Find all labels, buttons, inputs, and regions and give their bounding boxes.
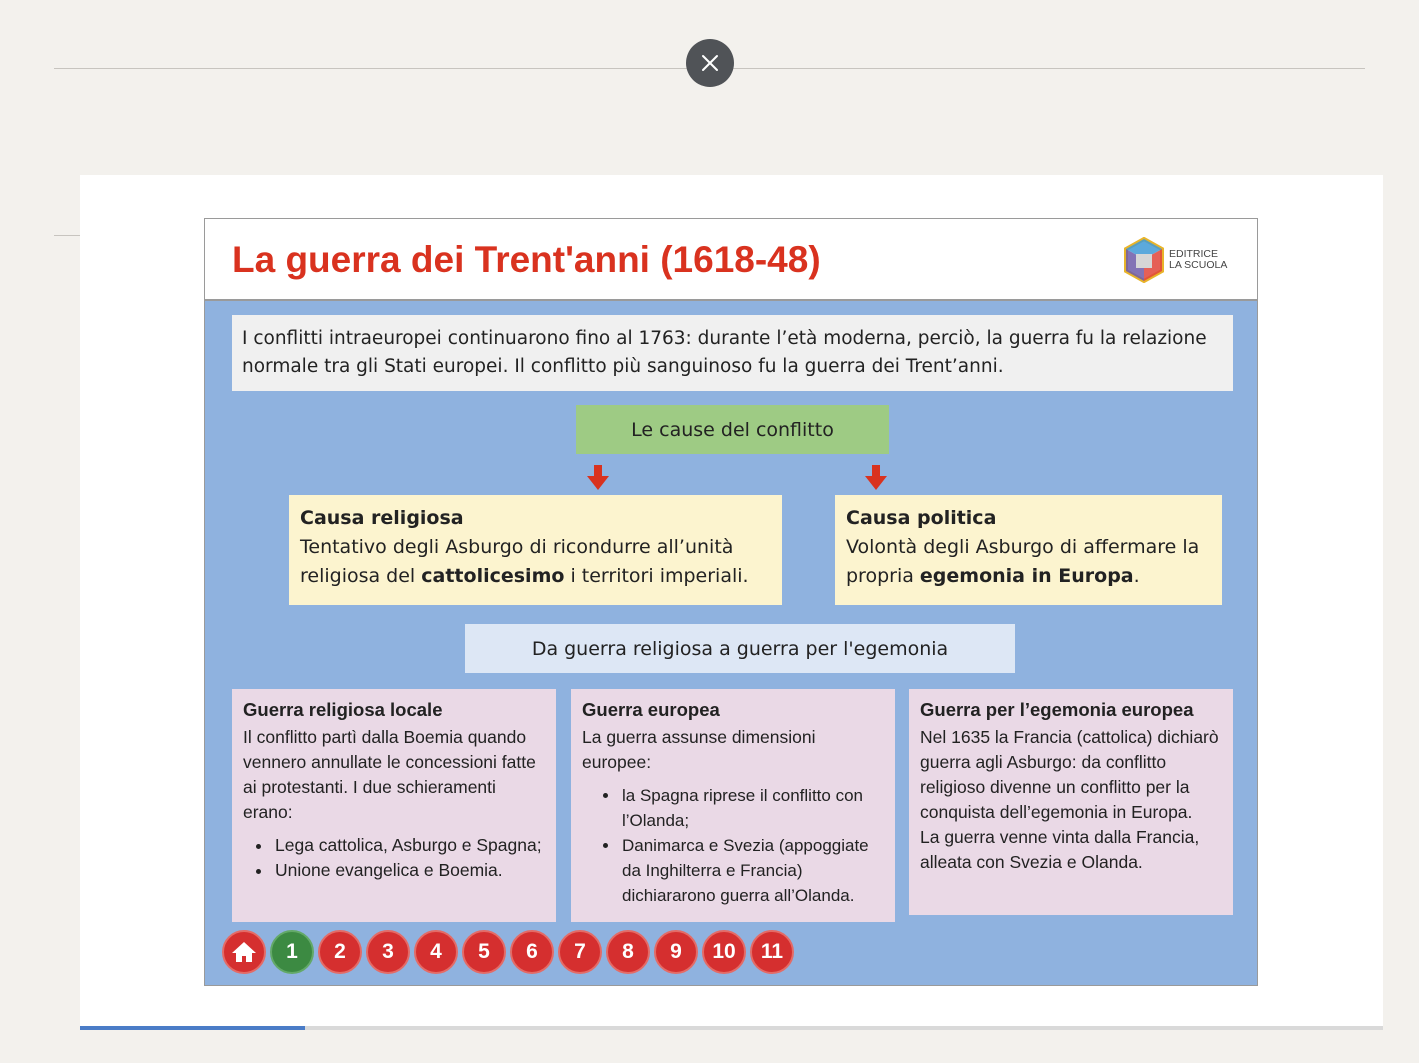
progress-bar <box>80 1026 1383 1030</box>
nav-page-button-1[interactable]: 1 <box>270 930 314 974</box>
phase-hegemony-title: Guerra per l’egemonia europea <box>920 699 1194 720</box>
phase-local-text: Il conflitto partì dalla Boemia quando v… <box>243 727 536 822</box>
slide: La guerra dei Trent'anni (1618-48) EDITR… <box>204 218 1258 986</box>
phase-hegemony-text-2: La guerra venne vinta dalla Francia, all… <box>920 827 1200 872</box>
side-divider <box>54 235 80 236</box>
home-icon <box>232 942 256 962</box>
nav-page-button-7[interactable]: 7 <box>558 930 602 974</box>
phase-local-title: Guerra religiosa locale <box>243 699 443 720</box>
publisher-logo: EDITRICE LA SCUOLA <box>1123 237 1227 283</box>
slide-navigation: 1 2 3 4 5 6 7 8 9 10 11 <box>222 930 798 974</box>
phase-european-list: la Spagna riprese il conflitto con l’Ola… <box>582 783 884 908</box>
list-item: Unione evangelica e Boemia. <box>273 858 545 883</box>
nav-page-button-5[interactable]: 5 <box>462 930 506 974</box>
cause-religious-text: Tentativo degli Asburgo di ricondurre al… <box>300 536 749 587</box>
causes-title: Le cause del conflitto <box>576 405 889 454</box>
phase-hegemony-text-1: Nel 1635 la Francia (cattolica) dichiarò… <box>920 727 1219 822</box>
nav-page-button-11[interactable]: 11 <box>750 930 794 974</box>
progress-fill <box>80 1026 306 1030</box>
nav-page-button-8[interactable]: 8 <box>606 930 650 974</box>
cause-political-title: Causa politica <box>846 507 997 529</box>
transition-box: Da guerra religiosa a guerra per l'egemo… <box>465 624 1015 673</box>
arrow-down-icon <box>587 465 609 490</box>
nav-page-button-2[interactable]: 2 <box>318 930 362 974</box>
cause-religious-title: Causa religiosa <box>300 507 464 529</box>
phase-local-list: Lega cattolica, Asburgo e Spagna; Unione… <box>243 833 545 883</box>
nav-page-button-6[interactable]: 6 <box>510 930 554 974</box>
hexagon-cube-logo-icon <box>1124 237 1164 283</box>
close-icon <box>702 55 718 71</box>
nav-home-button[interactable] <box>222 930 266 974</box>
phase-european-title: Guerra europea <box>582 699 720 720</box>
list-item: la Spagna riprese il conflitto con l’Ola… <box>620 783 884 833</box>
arrow-down-icon <box>865 465 887 490</box>
list-item: Lega cattolica, Asburgo e Spagna; <box>273 833 545 858</box>
phase-local-box: Guerra religiosa locale Il conflitto par… <box>232 689 556 922</box>
logo-text: EDITRICE LA SCUOLA <box>1169 249 1227 271</box>
cause-political-text: Volontà degli Asburgo di affermare la pr… <box>846 536 1200 587</box>
intro-box: I conflitti intraeuropei continuarono fi… <box>232 315 1233 391</box>
logo-line-2: LA SCUOLA <box>1169 259 1228 271</box>
nav-page-button-9[interactable]: 9 <box>654 930 698 974</box>
nav-page-button-3[interactable]: 3 <box>366 930 410 974</box>
nav-page-button-10[interactable]: 10 <box>702 930 746 974</box>
close-button[interactable] <box>686 39 734 87</box>
nav-page-button-4[interactable]: 4 <box>414 930 458 974</box>
cause-political-box: Causa politica Volontà degli Asburgo di … <box>835 495 1222 605</box>
slide-title: La guerra dei Trent'anni (1618-48) <box>232 239 821 280</box>
cause-religious-box: Causa religiosa Tentativo degli Asburgo … <box>289 495 782 605</box>
phase-hegemony-box: Guerra per l’egemonia europea Nel 1635 l… <box>909 689 1233 915</box>
phase-european-box: Guerra europea La guerra assunse dimensi… <box>571 689 895 922</box>
slide-header: La guerra dei Trent'anni (1618-48) EDITR… <box>205 219 1257 301</box>
nav-pages: 1 2 3 4 5 6 7 8 9 10 11 <box>270 930 798 974</box>
phase-european-text: La guerra assunse dimensioni europee: <box>582 727 816 772</box>
list-item: Danimarca e Svezia (appoggiate da Inghil… <box>620 833 884 908</box>
